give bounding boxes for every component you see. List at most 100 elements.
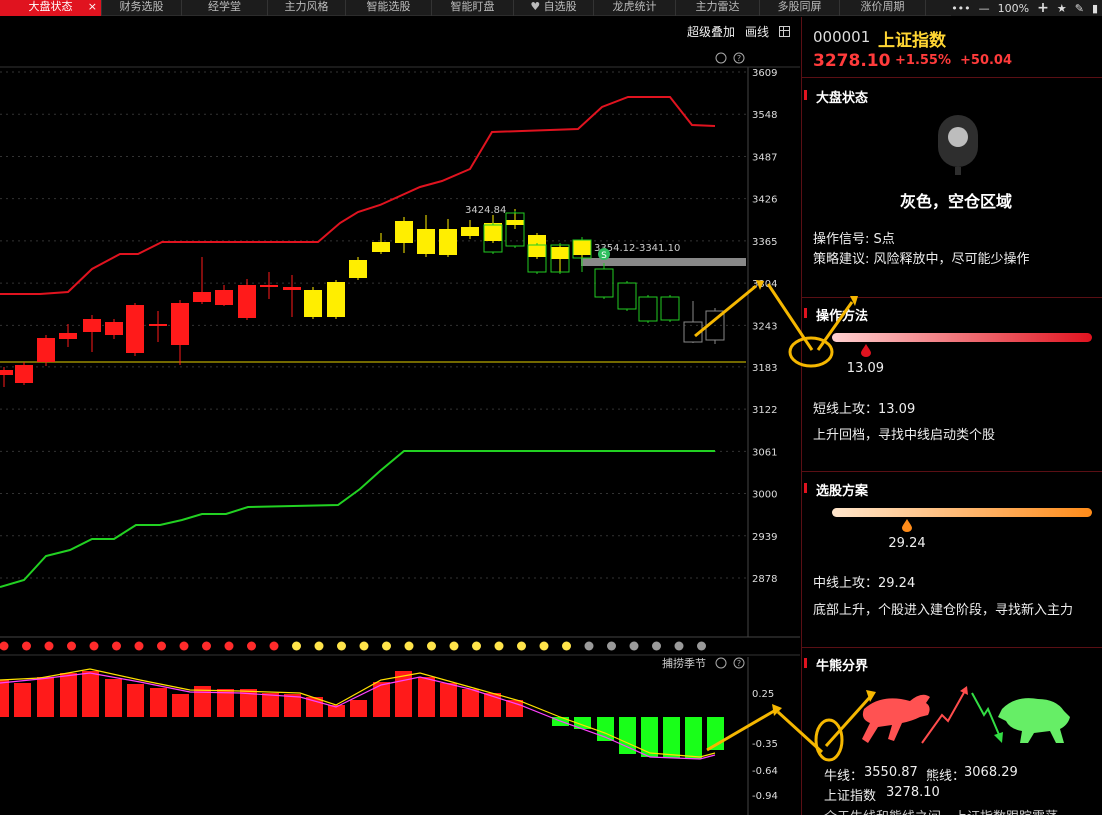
lower-band-line bbox=[0, 450, 715, 588]
bull-icon bbox=[862, 694, 930, 743]
tab-5[interactable]: 智能盯盘 bbox=[432, 0, 514, 16]
tab-4[interactable]: 智能选股 bbox=[346, 0, 432, 16]
zoom-level: 100% bbox=[997, 1, 1030, 15]
y-tick-label: 3183 bbox=[752, 363, 777, 374]
stock-change: +50.04 bbox=[960, 53, 1013, 68]
selection-gauge bbox=[832, 508, 1092, 517]
status-dot bbox=[337, 641, 346, 651]
kline-chart[interactable]: 3609 3548 3487 3426 3365 3304 3243 3183 3122 3061… bbox=[0, 17, 800, 815]
tab-7[interactable]: 龙虎统计 bbox=[594, 0, 676, 16]
histogram-bar-down bbox=[663, 717, 680, 758]
status-dot bbox=[112, 641, 121, 651]
candle-body bbox=[260, 285, 278, 287]
grid-icon[interactable] bbox=[779, 26, 790, 37]
status-dot bbox=[314, 641, 324, 651]
candle-body bbox=[528, 235, 546, 257]
status-dot bbox=[44, 641, 54, 651]
candle-body bbox=[638, 296, 658, 322]
histogram-bar-up bbox=[14, 683, 31, 717]
tab-label: 多股同屏 bbox=[777, 0, 822, 13]
draw-line-button[interactable]: 画线 bbox=[745, 23, 769, 40]
more-icon[interactable]: ••• bbox=[951, 2, 970, 15]
histogram-bar-up bbox=[105, 679, 122, 717]
status-dot bbox=[697, 641, 706, 651]
plus-icon[interactable]: + bbox=[1037, 0, 1049, 16]
status-dot bbox=[179, 641, 189, 651]
histogram-bar-up bbox=[462, 689, 479, 717]
app-window: 大盘状态 × 财务选股 经学堂 主力风格 智能选股 智能盯盘 ♥ 自选股 龙虎统计 主力雷达 多股同… bbox=[0, 0, 1102, 815]
candle-body bbox=[417, 229, 435, 254]
histogram-bar-up bbox=[127, 684, 144, 717]
candle-body bbox=[506, 220, 524, 225]
tab-close-icon[interactable]: × bbox=[88, 0, 97, 13]
tab-1[interactable]: 财务选股 bbox=[102, 0, 182, 16]
operation-signal: 操作信号: S点 bbox=[813, 232, 895, 247]
y-tick-label: 3243 bbox=[752, 321, 777, 332]
tab-label: 经学堂 bbox=[208, 0, 241, 13]
y-tick-label: 3365 bbox=[752, 237, 777, 248]
status-dot bbox=[494, 641, 504, 651]
candle-body bbox=[283, 287, 301, 290]
histogram-bar-down bbox=[707, 717, 724, 750]
tab-6[interactable]: ♥ 自选股 bbox=[514, 0, 594, 16]
bull-bear-title: 牛熊分界 bbox=[803, 655, 868, 674]
histogram-bar-up bbox=[37, 677, 54, 717]
tab-label: ♥ 自选股 bbox=[530, 0, 577, 13]
pen-icon[interactable]: ✎ bbox=[1075, 2, 1084, 15]
status-dot bbox=[404, 641, 414, 651]
y-tick-label: 3548 bbox=[752, 110, 777, 121]
top-tab-bar: 大盘状态 × 财务选股 经学堂 主力风格 智能选股 智能盯盘 ♥ 自选股 龙虎统计 主力雷达 多股同… bbox=[0, 0, 1102, 16]
strategy-advice: 策略建议: 风险释放中，尽可能少操作 bbox=[813, 252, 1030, 267]
edit-icon[interactable]: ▮ bbox=[1092, 2, 1098, 15]
tab-0[interactable]: 大盘状态 × bbox=[0, 0, 102, 16]
status-dot bbox=[584, 641, 594, 651]
candle-body bbox=[372, 242, 390, 252]
selection-line2: 底部上升，个股进入建仓阶段，寻找新入主力 bbox=[813, 603, 1074, 618]
candle-body bbox=[304, 290, 322, 317]
candle-body bbox=[15, 365, 33, 383]
histogram-bar-up bbox=[82, 671, 99, 717]
minus-icon[interactable]: — bbox=[979, 2, 990, 15]
index-label: 上证指数 bbox=[824, 789, 877, 804]
right-panel: 000001 上证指数 3278.10 +1.55% +50.04 大盘状态 灰… bbox=[801, 17, 1102, 815]
candle-body bbox=[37, 338, 55, 362]
stock-name: 上证指数 bbox=[878, 31, 946, 51]
star-icon[interactable]: ★ bbox=[1057, 2, 1067, 15]
candle-body bbox=[0, 370, 13, 375]
candle-body bbox=[395, 221, 413, 243]
histogram-bar-up bbox=[350, 700, 367, 717]
status-dot bbox=[292, 641, 301, 651]
bull-bear-illustration bbox=[862, 686, 1070, 744]
selection-marker-icon bbox=[902, 519, 913, 532]
tab-9[interactable]: 多股同屏 bbox=[760, 0, 840, 16]
divider bbox=[802, 647, 1102, 648]
bear-label: 熊线： bbox=[926, 769, 966, 784]
status-dot bbox=[427, 641, 436, 651]
status-dot bbox=[89, 641, 99, 651]
histogram-bar-up bbox=[418, 677, 435, 717]
status-dot bbox=[652, 641, 661, 651]
histogram-bar-up bbox=[172, 694, 189, 717]
histogram-bar-down bbox=[685, 717, 702, 759]
candle-body bbox=[594, 268, 614, 298]
status-dot bbox=[607, 641, 616, 651]
super-overlay-button[interactable]: 超级叠加 bbox=[687, 23, 735, 40]
candle-body bbox=[238, 285, 256, 318]
tab-8[interactable]: 主力雷达 bbox=[676, 0, 760, 16]
sub-y-tick-label: 0.25 bbox=[752, 689, 774, 700]
method-title: 操作方法 bbox=[803, 305, 868, 324]
chart-area: 超级叠加 画线 3609 3548 3487 3426 3365 3304 3243 3183… bbox=[0, 17, 800, 815]
candle-body bbox=[149, 324, 167, 326]
candle-body bbox=[126, 305, 144, 353]
tab-2[interactable]: 经学堂 bbox=[182, 0, 268, 16]
tab-10[interactable]: 涨价周期 bbox=[840, 0, 926, 16]
status-dot bbox=[517, 641, 526, 651]
settings-icon bbox=[715, 52, 727, 64]
help-icon-glyph: ? bbox=[737, 54, 741, 63]
tab-3[interactable]: 主力风格 bbox=[268, 0, 346, 16]
bear-value: 3068.29 bbox=[964, 765, 1018, 780]
candle-body bbox=[617, 282, 637, 310]
method-marker-icon bbox=[860, 344, 871, 357]
sub-y-tick-label: -0.64 bbox=[752, 766, 778, 777]
method-value: 13.09 bbox=[846, 361, 885, 376]
